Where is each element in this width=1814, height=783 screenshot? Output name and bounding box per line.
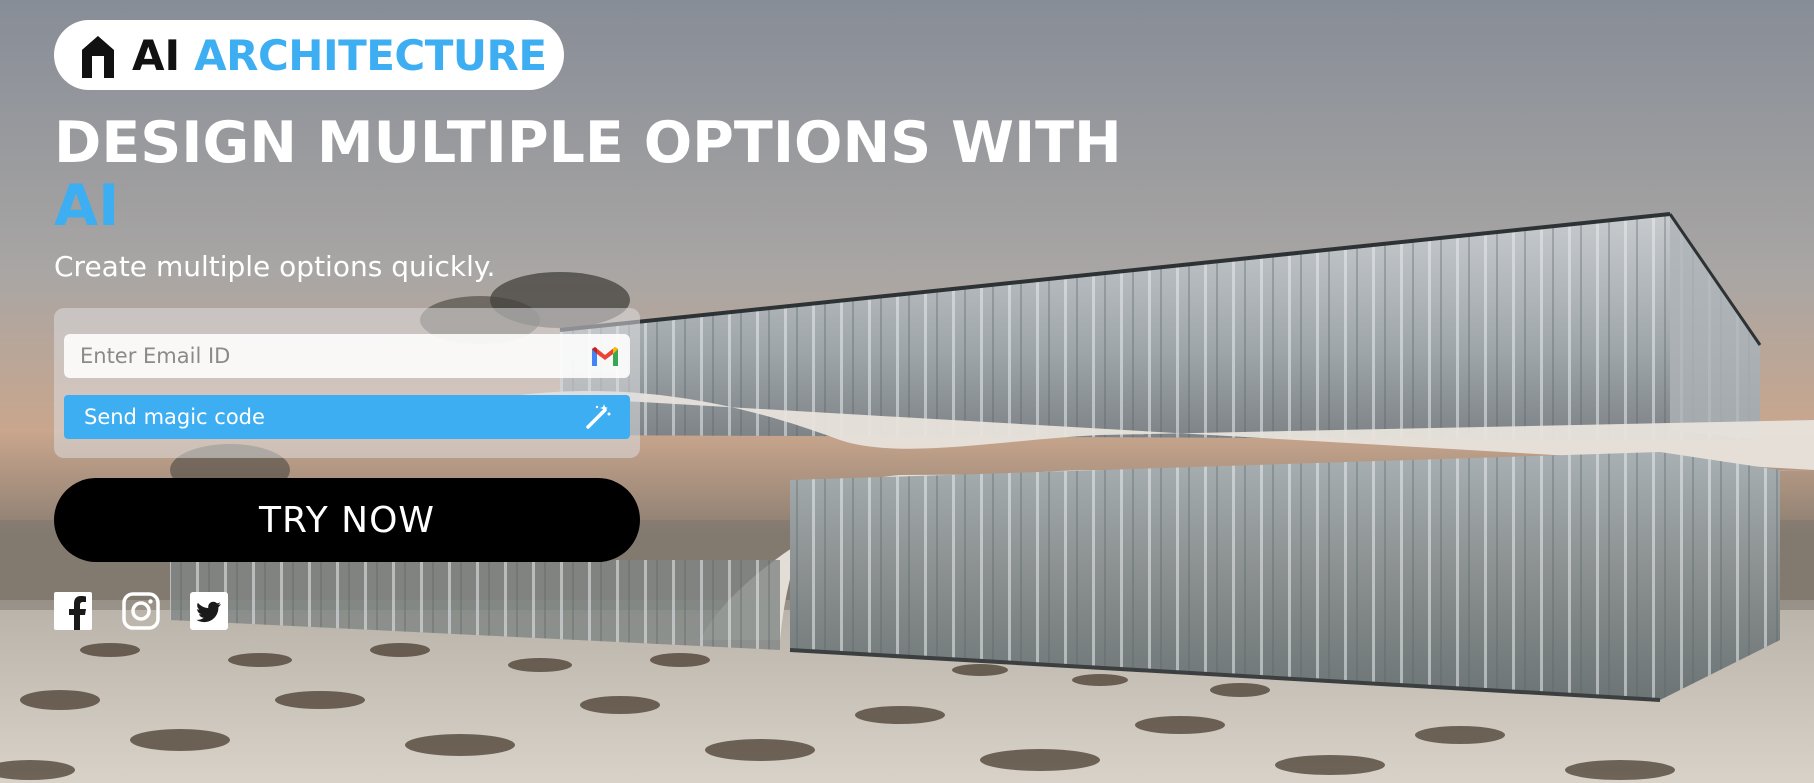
send-magic-code-button[interactable]: Send magic code xyxy=(64,395,630,439)
logo-brand-text: ARCHITECTURE xyxy=(194,30,547,80)
magic-wand-icon xyxy=(586,404,611,429)
logo-badge[interactable]: AI ARCHITECTURE xyxy=(54,20,564,90)
try-now-button[interactable]: TRY NOW xyxy=(54,478,640,562)
social-links xyxy=(54,592,228,630)
building-logo-icon xyxy=(82,36,114,78)
facebook-icon[interactable] xyxy=(54,592,92,630)
email-input[interactable] xyxy=(78,343,590,369)
page-headline: DESIGN MULTIPLE OPTIONS WITH xyxy=(54,110,1122,176)
logo-ai-text: AI xyxy=(132,30,181,80)
hero-section: AI ARCHITECTURE DESIGN MULTIPLE OPTIONS … xyxy=(0,0,1814,783)
gmail-icon xyxy=(592,347,618,366)
twitter-icon[interactable] xyxy=(190,592,228,630)
instagram-icon[interactable] xyxy=(122,592,160,630)
page-subtitle: Create multiple options quickly. xyxy=(54,250,496,283)
page-headline-accent: AI xyxy=(54,173,120,239)
login-form-card: Send magic code xyxy=(54,308,640,458)
email-field[interactable] xyxy=(64,334,630,378)
send-magic-code-label: Send magic code xyxy=(84,405,265,429)
